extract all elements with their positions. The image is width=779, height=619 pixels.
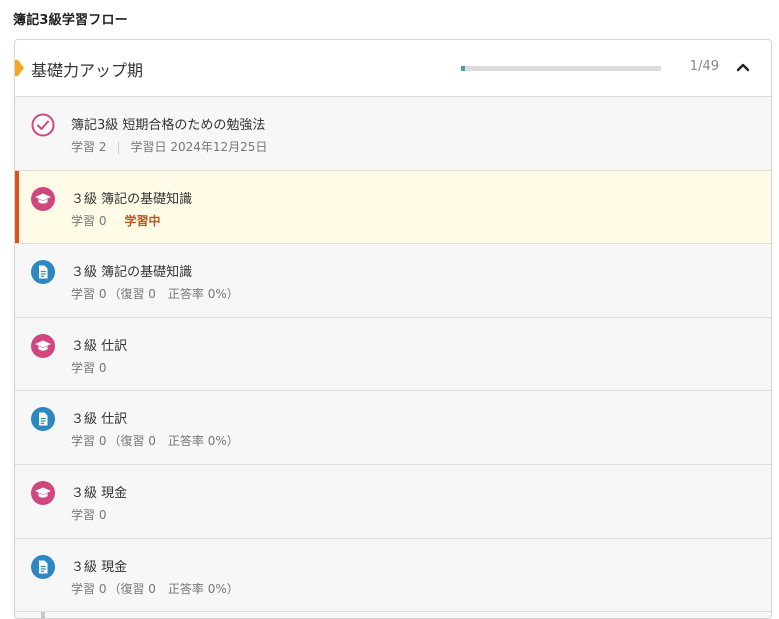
flow-item-title: ３級 簿記の基礎知識 <box>71 265 193 281</box>
flow-item-title: 簿記3級 短期合格のための勉強法 <box>71 118 266 133</box>
study-count: 学習 0 <box>71 213 107 228</box>
flow-item-title: ３級 仕訳 <box>71 338 128 354</box>
review-count: （復習 0 <box>108 434 156 449</box>
flow-item[interactable]: ３級 簿記の基礎知識 学習 0 （復習 0 正答率 0%） <box>15 244 771 318</box>
flow-item-meta: 学習 0 （復習 0 正答率 0%） <box>71 432 239 449</box>
flow-item-meta: 学習 0 <box>71 506 106 523</box>
phase-progress-fill <box>461 66 466 71</box>
check-circle-icon <box>31 113 55 137</box>
flow-item-meta: 学習 2 | 学習日 2024年12月25日 <box>71 138 267 155</box>
document-icon <box>31 260 55 285</box>
page-title: 簿記3級学習フロー <box>13 13 128 28</box>
accuracy-rate: 正答率 0%） <box>167 581 239 596</box>
flow-item-title: ３級 現金 <box>71 559 128 575</box>
flow-item-list: 簿記3級 短期合格のための勉強法 学習 2 | 学習日 2024年12月25日 ３級 簿… <box>15 97 771 613</box>
study-count: 学習 0 <box>71 581 107 596</box>
flow-item[interactable]: ３級 仕訳学習 0 <box>15 317 771 392</box>
flow-item-meta: 学習 0 学習中 <box>71 212 160 229</box>
flow-item-title: ３級 現金 <box>71 485 128 501</box>
accuracy-rate: 正答率 0%） <box>167 287 239 302</box>
review-count: （復習 0 <box>108 581 156 596</box>
graduation-cap-icon <box>31 333 55 358</box>
flow-item[interactable]: ３級 現金学習 0 （復習 0 正答率 0%） <box>15 538 771 613</box>
flow-item-meta: 学習 0 （復習 0 正答率 0%） <box>71 580 239 597</box>
review-count: （復習 0 <box>108 287 156 302</box>
phase-header[interactable]: 基礎力アップ期 1/49 <box>15 40 771 97</box>
flow-item-title: ３級 簿記の基礎知識 <box>71 191 193 207</box>
flow-item[interactable]: ３級 仕訳学習 0 （復習 0 正答率 0%） <box>15 391 771 465</box>
study-count: 学習 0 <box>71 434 107 449</box>
phase-card: 基礎力アップ期 1/49 簿記3級 短期合格のための勉強法 学習 2 | 学習日 20… <box>14 39 772 619</box>
study-count: 学習 0 <box>71 360 107 375</box>
study-count: 学習 2 <box>71 140 107 154</box>
phase-marker-icon <box>15 60 24 76</box>
flow-item-meta: 学習 0 （復習 0 正答率 0%） <box>71 285 239 302</box>
flow-item-title: ３級 仕訳 <box>71 412 128 428</box>
accuracy-rate: 正答率 0%） <box>167 434 239 449</box>
study-date: 学習日 2024年12月25日 <box>130 140 268 154</box>
status-badge: 学習中 <box>124 213 161 228</box>
study-count: 学習 0 <box>71 507 107 522</box>
flow-item[interactable]: ３級 簿記の基礎知識 学習 0 学習中 <box>15 170 771 245</box>
graduation-cap-icon <box>31 186 55 211</box>
phase-count: 1/49 <box>689 59 719 74</box>
document-icon <box>31 554 55 579</box>
graduation-cap-icon <box>31 480 55 505</box>
flow-item-meta: 学習 0 <box>71 359 106 376</box>
active-indicator <box>15 170 19 244</box>
document-icon <box>31 407 55 432</box>
chevron-up-icon[interactable] <box>733 57 753 77</box>
flow-item[interactable]: ３級 現金学習 0 <box>15 464 771 539</box>
phase-progress-bar <box>461 66 661 71</box>
study-count: 学習 0 <box>71 287 107 302</box>
meta-separator: | <box>116 140 121 154</box>
phase-title: 基礎力アップ期 <box>31 61 144 80</box>
flow-item[interactable]: 簿記3級 短期合格のための勉強法 学習 2 | 学習日 2024年12月25日 <box>15 97 771 171</box>
